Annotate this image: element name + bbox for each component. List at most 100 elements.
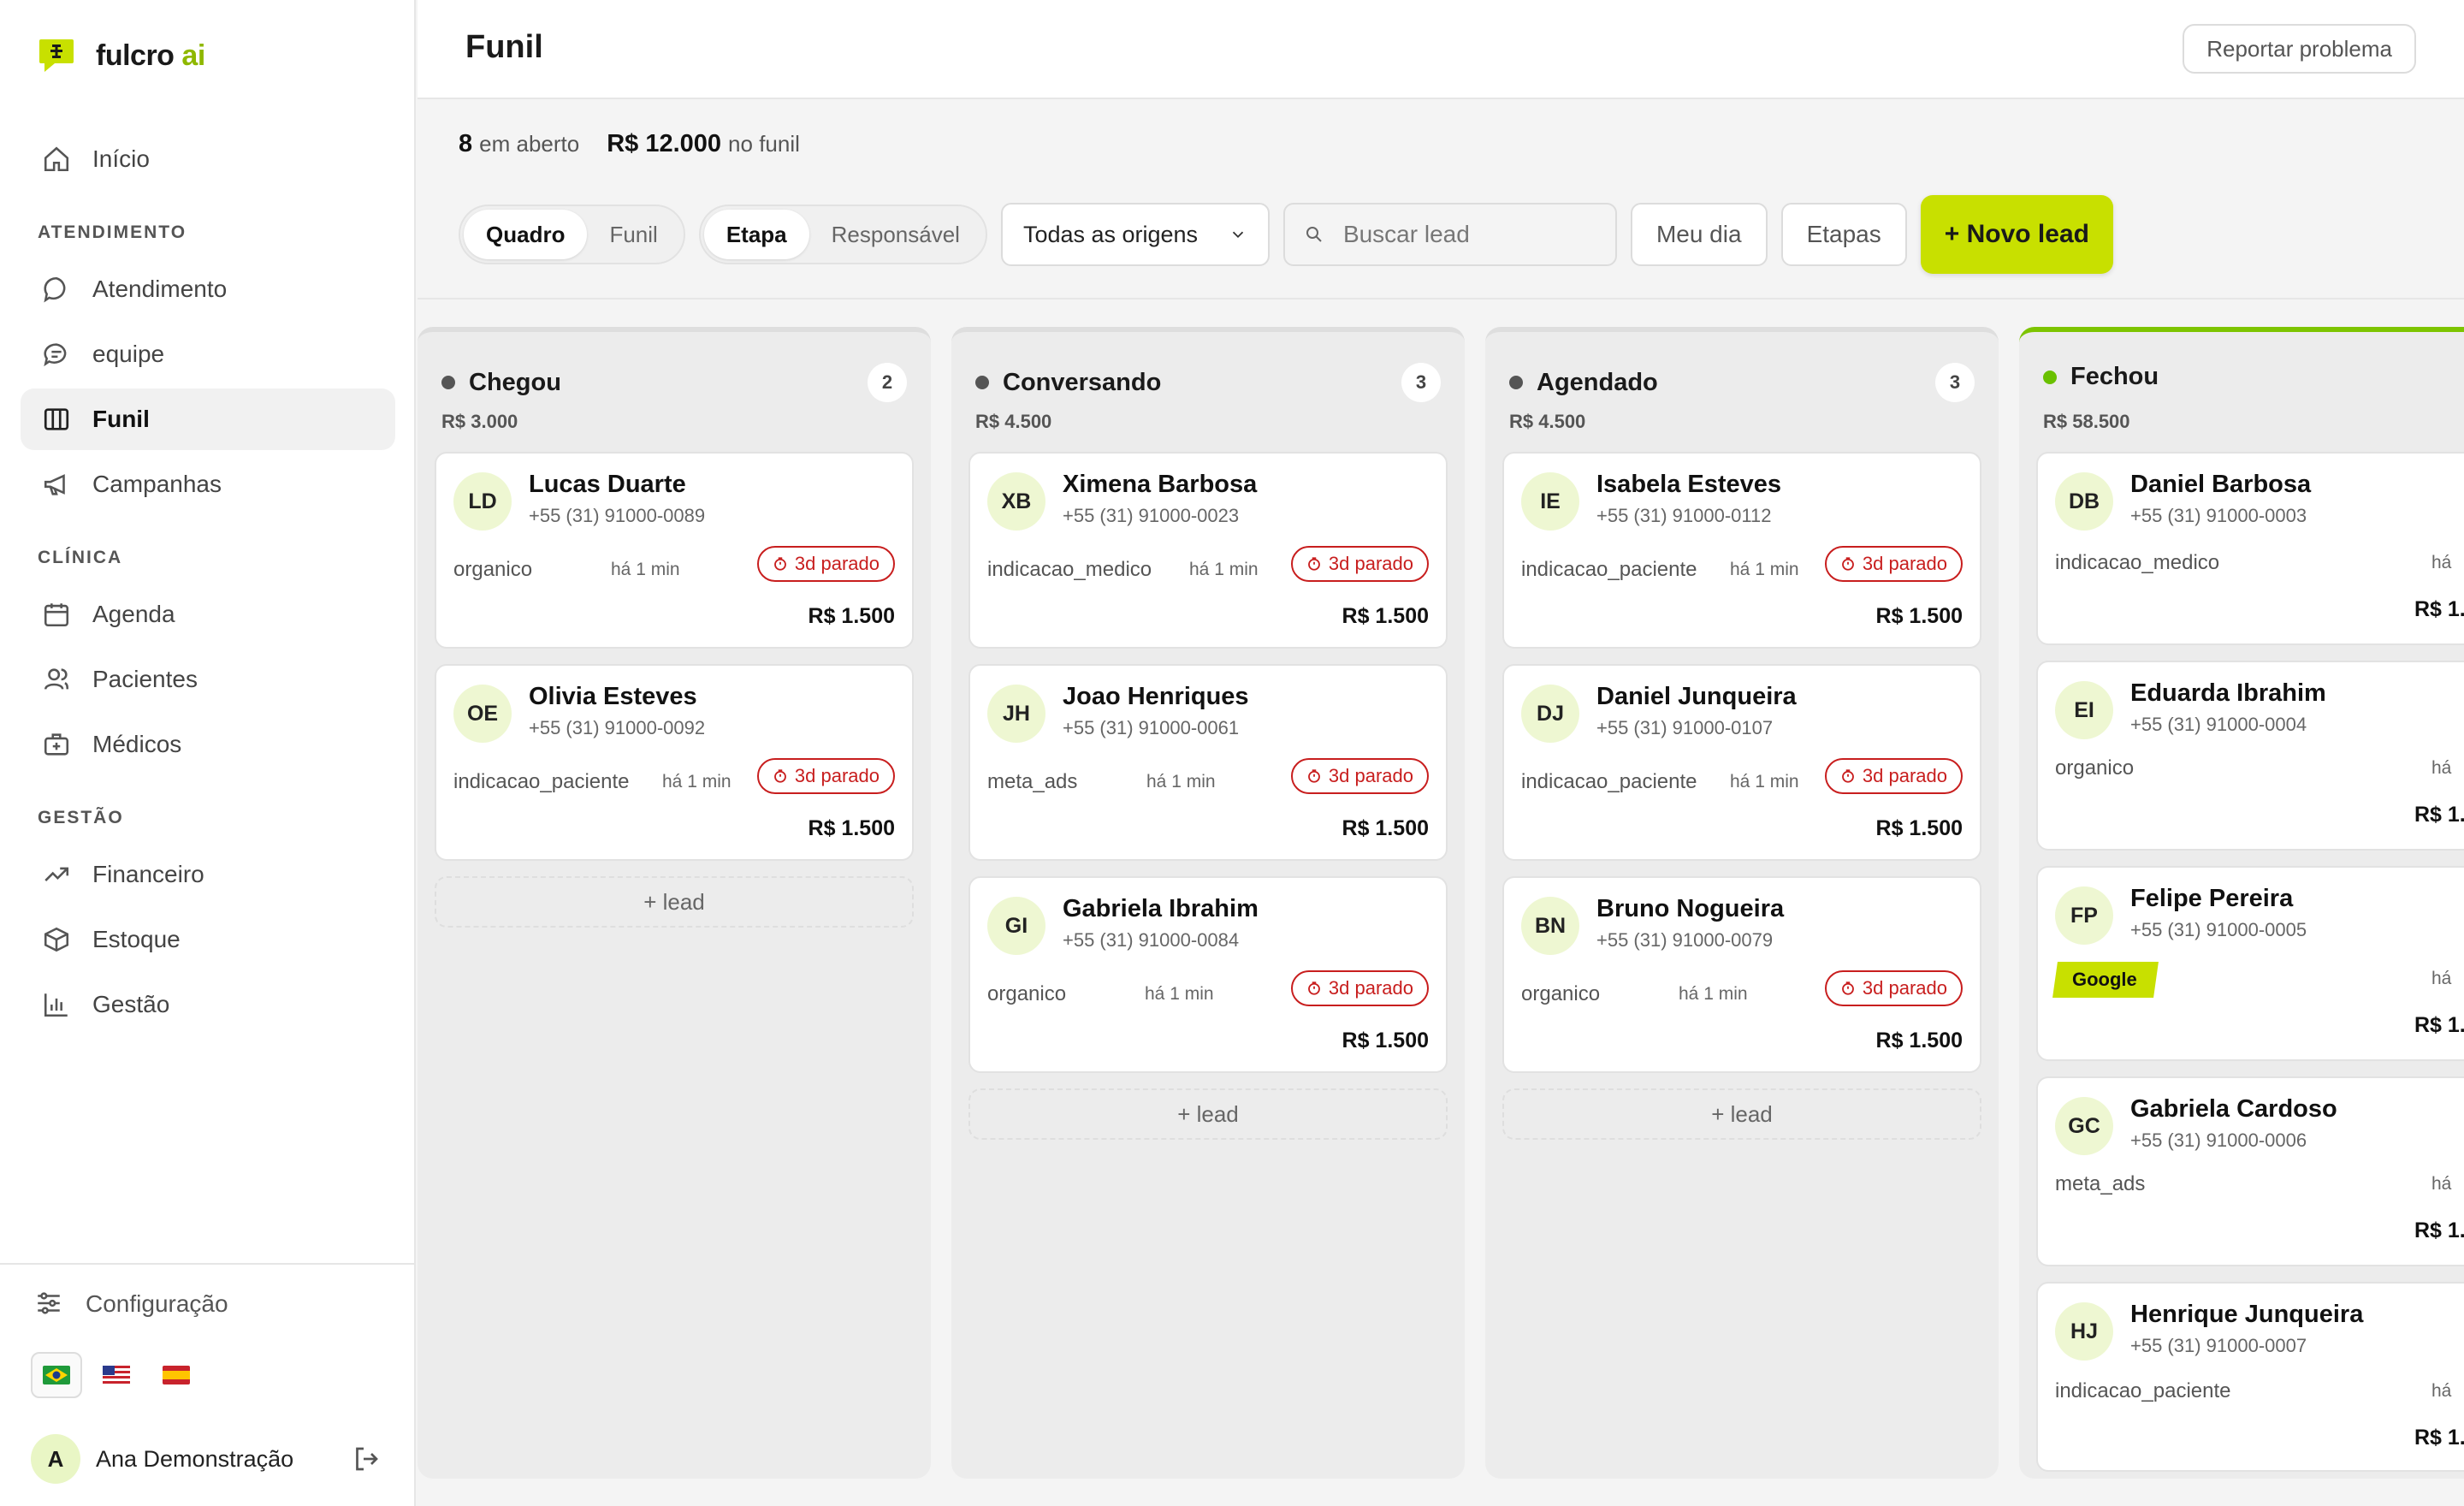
user-profile: A Ana Demonstração xyxy=(31,1434,382,1484)
language-es-es[interactable] xyxy=(151,1352,202,1398)
lead-card[interactable]: JH Joao Henriques +55 (31) 91000-0061 me… xyxy=(968,664,1448,861)
lead-card[interactable]: HJ Henrique Junqueira +55 (31) 91000-000… xyxy=(2036,1282,2464,1472)
column-header: Fechou xyxy=(2043,363,2464,391)
lead-card[interactable]: IE Isabela Esteves +55 (31) 91000-0112 i… xyxy=(1502,452,1981,649)
stale-label: 3d parado xyxy=(1862,765,1947,786)
sidebar-item-atendimento[interactable]: Atendimento xyxy=(21,258,395,320)
settings-link[interactable]: Configuração xyxy=(34,1289,228,1319)
add-lead-button[interactable]: + lead xyxy=(435,876,914,928)
lead-source: indicacao_medico xyxy=(2055,551,2220,574)
sidebar-item-financeiro[interactable]: Financeiro xyxy=(21,844,395,905)
brand[interactable]: fulcro ai xyxy=(38,38,205,74)
column-total: R$ 58.500 xyxy=(2043,411,2130,432)
lead-card[interactable]: EI Eduarda Ibrahim +55 (31) 91000-0004 o… xyxy=(2036,661,2464,851)
language-pt-br[interactable] xyxy=(31,1352,82,1398)
lead-avatar: LD xyxy=(453,472,512,531)
open-label: em aberto xyxy=(479,131,580,157)
source-tag-label: Google xyxy=(2072,969,2137,990)
megaphone-icon xyxy=(39,467,74,501)
stage-dot xyxy=(2043,370,2057,384)
sidebar-item-gestao[interactable]: Gestão xyxy=(21,974,395,1035)
group-option-etapa[interactable]: Etapa xyxy=(703,210,809,259)
stale-badge: 3d parado xyxy=(756,546,895,582)
lead-card[interactable]: XB Ximena Barbosa +55 (31) 91000-0023 in… xyxy=(968,452,1448,649)
lead-source: indicacao_paciente xyxy=(2055,1379,2231,1402)
sidebar-item-medicos[interactable]: Médicos xyxy=(21,714,395,775)
lead-name: Gabriela Cardoso xyxy=(2130,1095,2337,1123)
lead-value: R$ 1.500 xyxy=(808,816,895,840)
lead-card[interactable]: GI Gabriela Ibrahim +55 (31) 91000-0084 … xyxy=(968,876,1448,1073)
stale-badge: 3d parado xyxy=(1824,546,1963,582)
clock-icon xyxy=(774,769,786,783)
sidebar-item-estoque[interactable]: Estoque xyxy=(21,909,395,970)
report-problem-button[interactable]: Reportar problema xyxy=(2183,24,2416,74)
sidebar-item-funil[interactable]: Funil xyxy=(21,388,395,450)
lead-card[interactable]: OE Olivia Esteves +55 (31) 91000-0092 in… xyxy=(435,664,914,861)
lead-name: Joao Henriques xyxy=(1063,683,1249,710)
lead-value: R$ 1. xyxy=(2414,1426,2464,1450)
lead-phone: +55 (31) 91000-0003 xyxy=(2130,505,2307,526)
brand-name: fulcro ai xyxy=(96,39,205,72)
sidebar-item-equipe[interactable]: equipe xyxy=(21,323,395,385)
avatar[interactable]: A xyxy=(31,1434,80,1484)
stages-button[interactable]: Etapas xyxy=(1780,203,1907,266)
logout-icon[interactable] xyxy=(351,1444,382,1474)
lead-card[interactable]: DB Daniel Barbosa +55 (31) 91000-0003 in… xyxy=(2036,452,2464,645)
stale-label: 3d parado xyxy=(1328,977,1413,999)
lead-age: há xyxy=(2431,1174,2452,1194)
lead-card[interactable]: FP Felipe Pereira +55 (31) 91000-0005 Go… xyxy=(2036,866,2464,1061)
topbar: Funil Reportar problema xyxy=(418,0,2464,99)
origin-select[interactable]: Todas as origens xyxy=(1000,203,1270,266)
lead-source: indicacao_paciente xyxy=(1521,558,1697,581)
spain-flag-icon xyxy=(163,1366,190,1384)
brazil-flag-icon xyxy=(43,1366,70,1384)
board-toolbar: Quadro Funil Etapa Responsável Todas as … xyxy=(459,193,2113,276)
sidebar-item-label: Campanhas xyxy=(92,471,222,497)
lead-phone: +55 (31) 91000-0061 xyxy=(1063,717,1240,738)
lead-phone: +55 (31) 91000-0079 xyxy=(1596,929,1774,951)
lead-age: há 1 min xyxy=(662,772,732,792)
sidebar-item-inicio[interactable]: Início xyxy=(21,128,395,190)
lead-age: há 1 min xyxy=(1679,984,1748,1004)
lead-avatar: DB xyxy=(2055,472,2113,531)
lead-card[interactable]: BN Bruno Nogueira +55 (31) 91000-0079 or… xyxy=(1502,876,1981,1073)
board-divider xyxy=(418,298,2464,299)
my-day-button[interactable]: Meu dia xyxy=(1630,203,1768,266)
lead-value: R$ 1. xyxy=(2414,1013,2464,1037)
sidebar-item-pacientes[interactable]: Pacientes xyxy=(21,649,395,710)
search-icon xyxy=(1306,227,1322,242)
settings-label: Configuração xyxy=(86,1290,228,1317)
lead-name: Gabriela Ibrahim xyxy=(1063,895,1259,922)
view-option-funil[interactable]: Funil xyxy=(587,210,679,259)
kanban-icon xyxy=(39,402,74,436)
language-en-us[interactable] xyxy=(91,1352,142,1398)
lead-age: há 1 min xyxy=(1730,772,1799,792)
new-lead-button[interactable]: + Novo lead xyxy=(1920,195,2113,274)
lead-phone: +55 (31) 91000-0006 xyxy=(2130,1130,2307,1151)
bar-chart-icon xyxy=(39,987,74,1022)
calendar-icon xyxy=(39,597,74,631)
view-option-quadro[interactable]: Quadro xyxy=(464,210,588,259)
trending-up-icon xyxy=(39,857,74,892)
lead-card[interactable]: DJ Daniel Junqueira +55 (31) 91000-0107 … xyxy=(1502,664,1981,861)
lead-avatar: FP xyxy=(2055,886,2113,945)
stale-badge: 3d parado xyxy=(1290,758,1429,794)
lead-card[interactable]: GC Gabriela Cardoso +55 (31) 91000-0006 … xyxy=(2036,1076,2464,1266)
funnel-label: no funil xyxy=(728,131,800,157)
lead-phone: +55 (31) 91000-0023 xyxy=(1063,505,1240,526)
sidebar-item-label: Médicos xyxy=(92,731,182,757)
add-lead-button[interactable]: + lead xyxy=(1502,1088,1981,1140)
lead-card[interactable]: LD Lucas Duarte +55 (31) 91000-0089 orga… xyxy=(435,452,914,649)
search-placeholder: Buscar lead xyxy=(1342,221,1470,247)
lead-phone: +55 (31) 91000-0005 xyxy=(2130,919,2307,940)
sidebar-item-campanhas[interactable]: Campanhas xyxy=(21,454,395,515)
column-total: R$ 4.500 xyxy=(975,411,1052,432)
column-title: Agendado xyxy=(1537,368,1658,396)
lead-phone: +55 (31) 91000-0084 xyxy=(1063,929,1240,951)
group-option-responsavel[interactable]: Responsável xyxy=(809,210,982,259)
sidebar-item-agenda[interactable]: Agenda xyxy=(21,584,395,645)
search-input[interactable]: Buscar lead xyxy=(1282,203,1617,266)
clock-icon xyxy=(1842,769,1854,783)
add-lead-button[interactable]: + lead xyxy=(968,1088,1448,1140)
lead-age: há 1 min xyxy=(1189,560,1259,579)
